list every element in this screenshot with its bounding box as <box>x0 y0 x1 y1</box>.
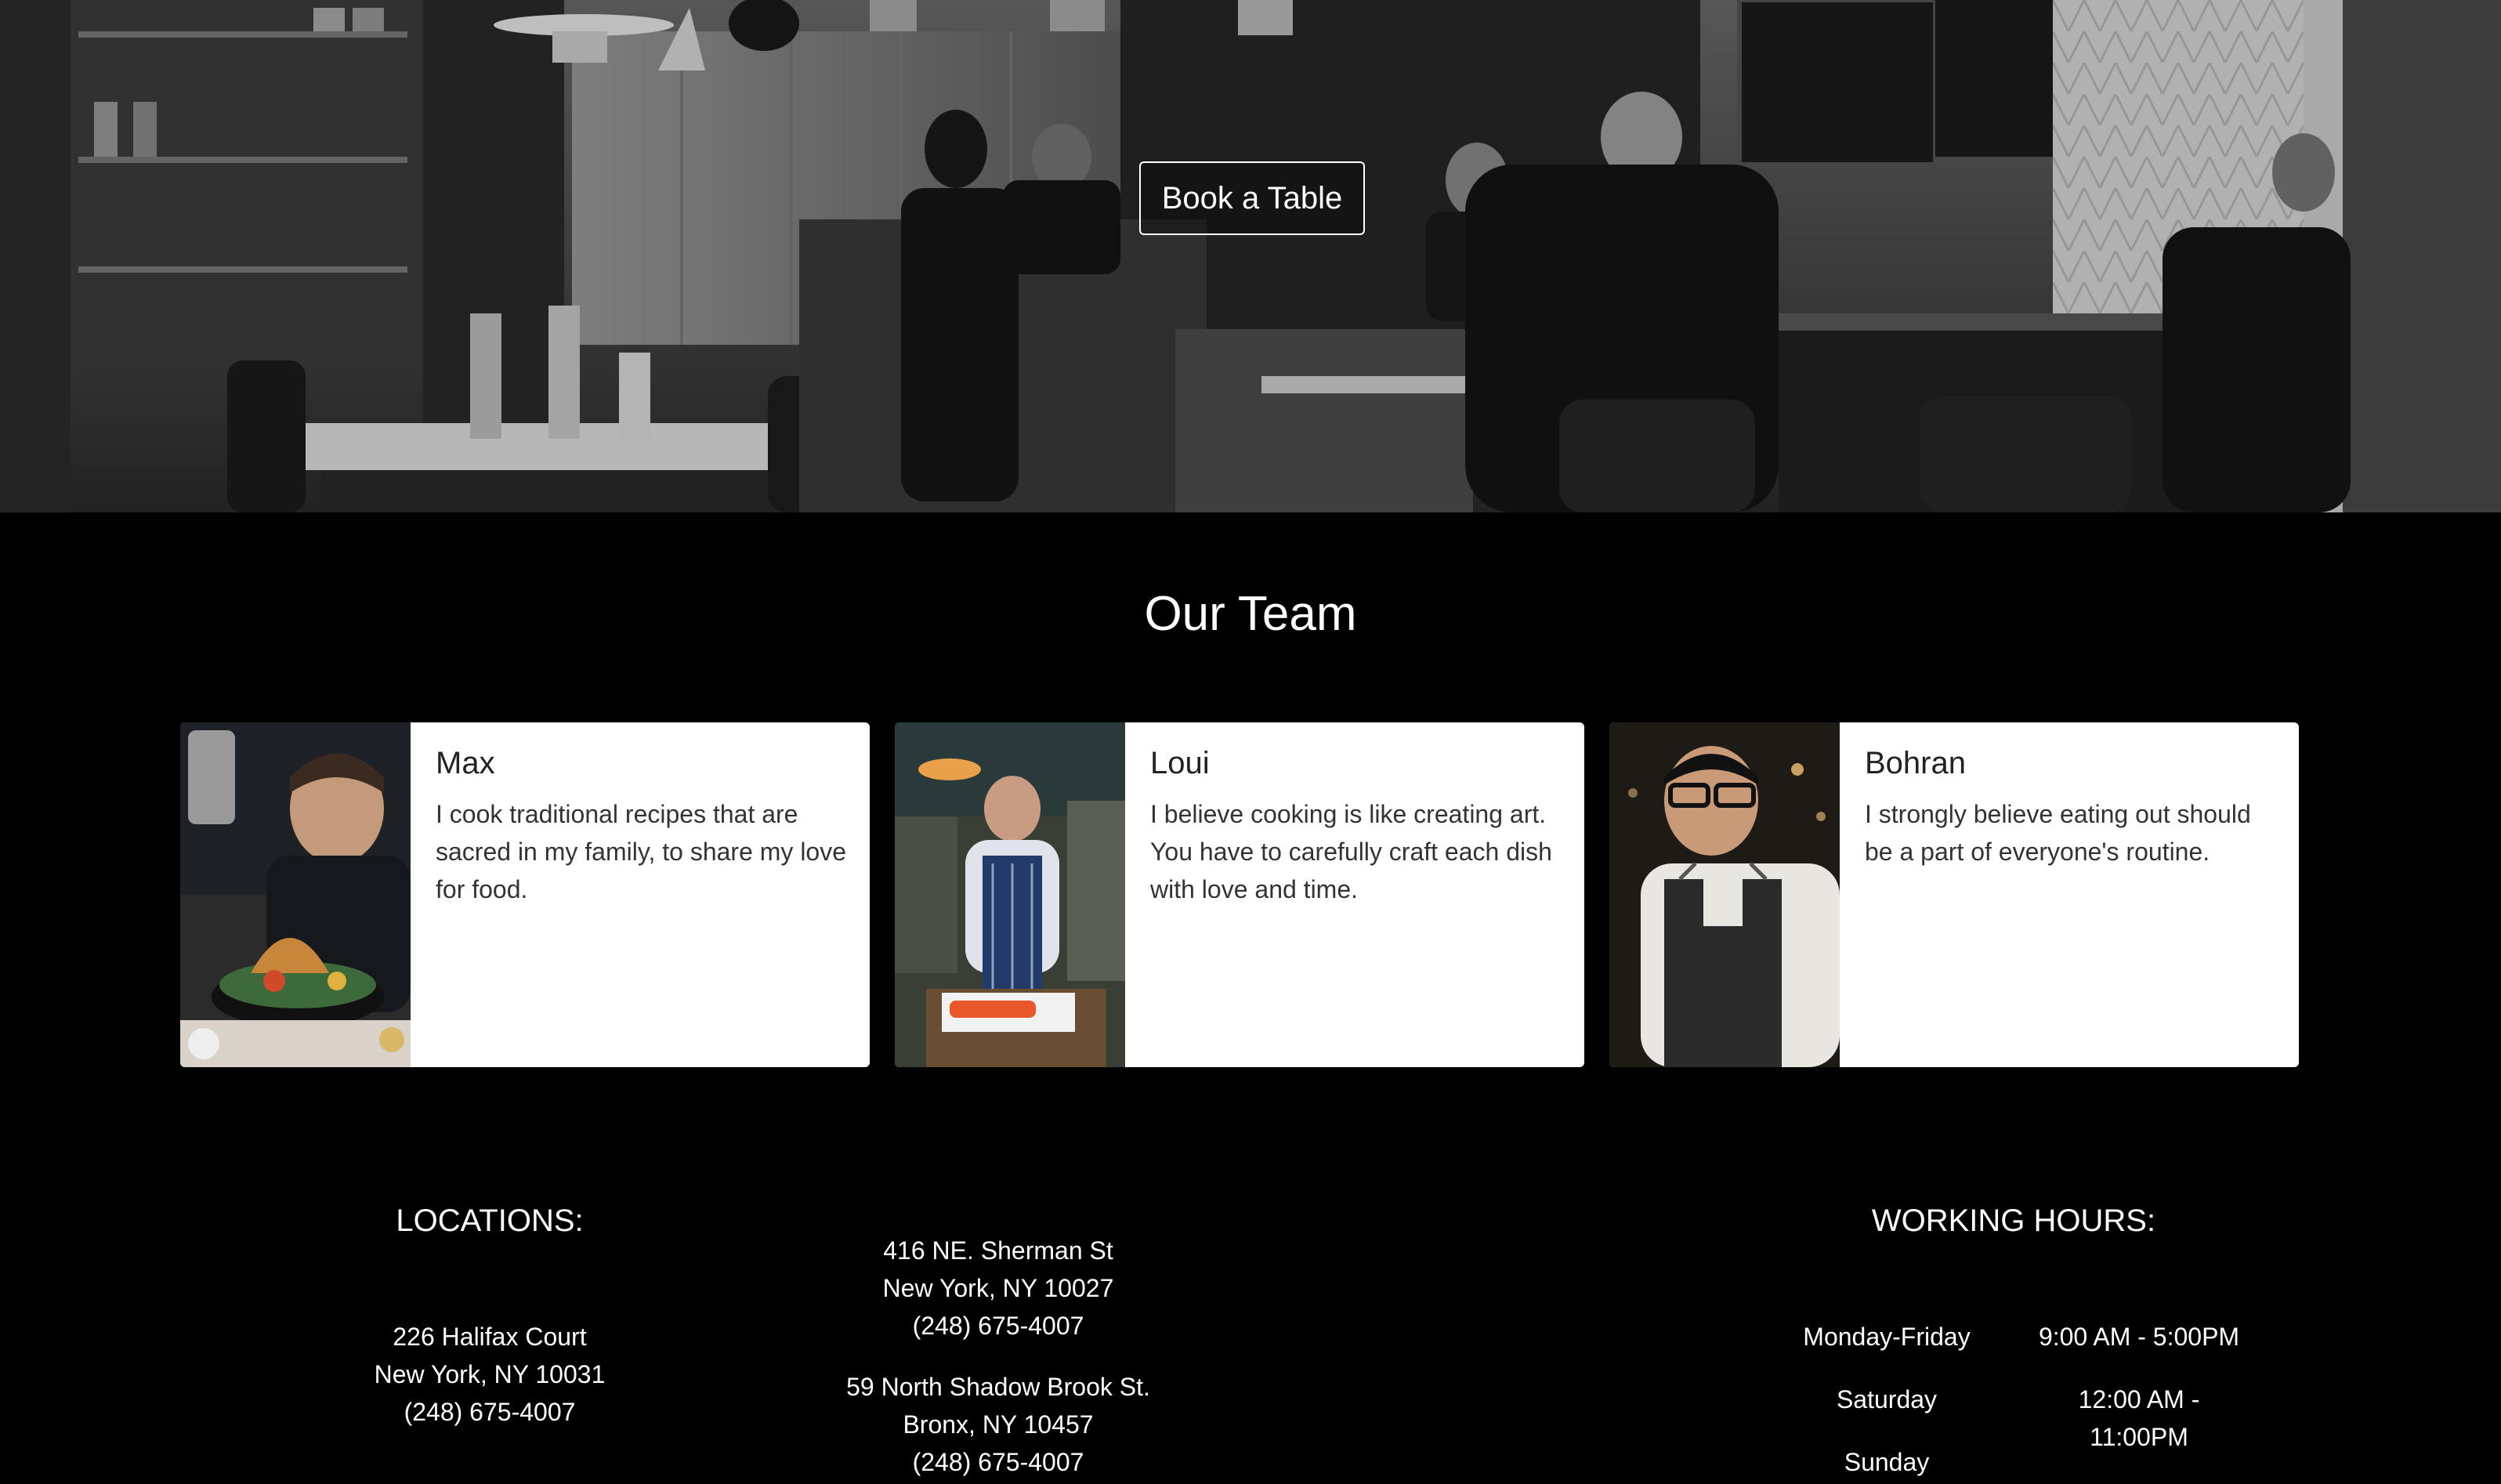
team-member-description: I cook traditional recipes that are sacr… <box>436 800 847 903</box>
hours-time: 12:00 AM - 11:00PM <box>2014 1381 2264 1456</box>
location-address: 59 North Shadow Brook St. Bronx, NY 1045… <box>779 1368 1218 1481</box>
hours-time: 9:00 AM - 5:00PM <box>2038 1323 2240 1351</box>
team-member-description: I believe cooking is like creating art. … <box>1150 800 1552 903</box>
hours-day: Sunday <box>1844 1448 1930 1476</box>
location-address: 416 NE. Sherman St New York, NY 10027 (2… <box>779 1232 1218 1345</box>
location-address: 226 Halifax Court New York, NY 10031 (24… <box>270 1318 709 1431</box>
locations-title: LOCATIONS: <box>396 1203 584 1238</box>
team-section-title: Our Team <box>1144 587 1357 641</box>
working-hours-title: WORKING HOURS: <box>1871 1203 2156 1238</box>
team-member-description: I strongly believe eating out should be … <box>1865 800 2251 866</box>
address-phone: (248) 675-4007 <box>404 1398 576 1426</box>
address-street: 226 Halifax Court <box>393 1323 587 1351</box>
address-city: New York, NY 10031 <box>374 1360 606 1388</box>
chef-bohran-photo <box>1609 722 1840 1067</box>
address-phone: (248) 675-4007 <box>912 1312 1084 1340</box>
chef-loui-photo <box>895 722 1125 1067</box>
team-card-loui: Loui I believe cooking is like creating … <box>895 722 1584 1067</box>
team-card-max: Max I cook traditional recipes that are … <box>180 722 870 1067</box>
book-table-button[interactable]: Book a Table <box>1139 161 1365 235</box>
hero-banner: Book a Table <box>0 0 2501 512</box>
hours-time-line: 12:00 AM - <box>2078 1385 2200 1413</box>
team-member-name: Bohran <box>1865 746 1966 780</box>
address-city: Bronx, NY 10457 <box>903 1410 1094 1439</box>
hours-day: Saturday <box>1836 1385 1938 1413</box>
hours-time-line: 11:00PM <box>2090 1423 2188 1451</box>
address-street: 416 NE. Sherman St <box>883 1236 1113 1265</box>
hours-day: Monday-Friday <box>1803 1323 1971 1351</box>
chef-max-photo <box>180 722 411 1067</box>
restaurant-interior-photo <box>0 0 2501 512</box>
address-phone: (248) 675-4007 <box>912 1448 1084 1476</box>
team-card-bohran: Bohran I strongly believe eating out sho… <box>1609 722 2299 1067</box>
team-member-name: Loui <box>1150 746 1210 780</box>
address-city: New York, NY 10027 <box>882 1274 1114 1302</box>
address-street: 59 North Shadow Brook St. <box>846 1373 1150 1401</box>
team-member-name: Max <box>436 746 495 780</box>
